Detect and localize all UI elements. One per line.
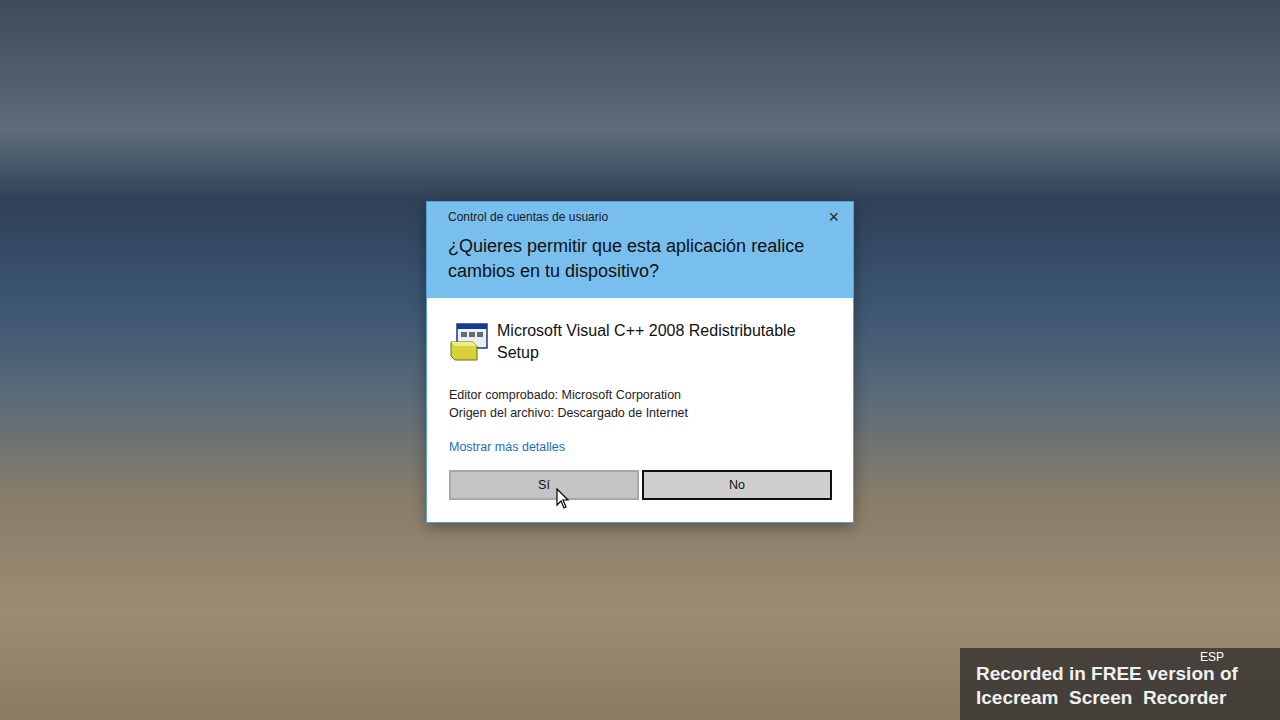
button-row: SíNo xyxy=(449,470,832,500)
window-title: Control de cuentas de usuario xyxy=(448,210,608,224)
app-info: Microsoft Visual C++ 2008 Redistributabl… xyxy=(449,320,832,364)
mouse-cursor-icon xyxy=(556,488,570,510)
desktop: Control de cuentas de usuario × ¿Quieres… xyxy=(0,0,1280,720)
watermark-line: Recorded in FREE version of xyxy=(976,662,1270,686)
details: Editor comprobado: Microsoft Corporation… xyxy=(449,386,832,422)
installer-icon xyxy=(449,322,489,362)
dialog-button[interactable]: No xyxy=(642,470,832,500)
watermark-line: Icecream Screen Recorder xyxy=(976,686,1270,710)
dialog-body: Microsoft Visual C++ 2008 Redistributabl… xyxy=(427,298,853,522)
app-name: Microsoft Visual C++ 2008 Redistributabl… xyxy=(497,320,832,364)
dialog-header: Control de cuentas de usuario × ¿Quieres… xyxy=(427,202,853,298)
watermark: ESP Recorded in FREE version ofIcecream … xyxy=(960,648,1280,720)
detail-line: Origen del archivo: Descargado de Intern… xyxy=(449,404,832,422)
more-details-link[interactable]: Mostrar más detalles xyxy=(449,440,565,454)
language-indicator: ESP xyxy=(1200,650,1224,664)
dialog-button[interactable]: Sí xyxy=(449,470,639,500)
question: ¿Quieres permitir que esta aplicación re… xyxy=(427,232,853,284)
title-bar: Control de cuentas de usuario × xyxy=(427,202,853,232)
detail-line: Editor comprobado: Microsoft Corporation xyxy=(449,386,832,404)
uac-dialog: Control de cuentas de usuario × ¿Quieres… xyxy=(427,202,853,522)
close-button[interactable]: × xyxy=(824,208,843,226)
